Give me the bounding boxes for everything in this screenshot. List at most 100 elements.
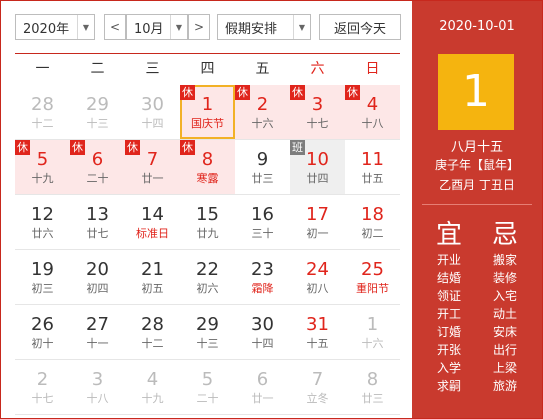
day-number: 29 bbox=[196, 314, 219, 335]
day-cell[interactable]: 21 初五 bbox=[125, 250, 180, 304]
day-cell[interactable]: 休 3 十七 bbox=[290, 85, 345, 139]
day-cell[interactable]: 休 2 十六 bbox=[235, 85, 290, 139]
day-cell[interactable]: 休 4 十八 bbox=[345, 85, 400, 139]
detail-divider bbox=[422, 204, 532, 205]
holiday-badge: 休 bbox=[180, 85, 195, 100]
day-cell[interactable]: 27 十一 bbox=[70, 305, 125, 359]
day-number: 14 bbox=[141, 204, 164, 225]
weekday-label: 六 bbox=[310, 61, 325, 77]
week-row: 休 5 十九休 6 二十休 7 廿一休 8 寒露 9 廿三 班 10 廿四 11 廿五 bbox=[15, 140, 400, 195]
lunar-label: 十四 bbox=[141, 117, 164, 130]
day-cell[interactable]: 1 十六 bbox=[345, 305, 400, 359]
day-cell[interactable]: 休 1 国庆节 bbox=[180, 85, 235, 139]
lunar-label: 重阳节 bbox=[356, 282, 389, 295]
yi-item: 开张 bbox=[436, 343, 461, 357]
day-number: 26 bbox=[31, 314, 54, 335]
calendar-widget: 2020年 ▼ < 10月 ▼ > 假期安排 ▼ 返回今天 一二三四五六日 28… bbox=[0, 0, 543, 419]
lunar-label: 标准日 bbox=[136, 227, 169, 240]
day-cell[interactable]: 8 廿三 bbox=[345, 360, 400, 414]
chevron-down-icon: ▼ bbox=[170, 15, 187, 39]
lunar-label: 廿三 bbox=[361, 392, 384, 405]
holiday-select-value: 假期安排 bbox=[225, 21, 278, 37]
lunar-label: 二十 bbox=[196, 392, 219, 405]
yi-item: 结婚 bbox=[436, 271, 461, 285]
day-cell[interactable]: 28 十二 bbox=[15, 85, 70, 139]
lunar-label: 国庆节 bbox=[191, 117, 224, 130]
day-cell[interactable]: 17 初一 bbox=[290, 195, 345, 249]
weekday-label: 三 bbox=[145, 61, 160, 77]
day-cell[interactable]: 班 10 廿四 bbox=[290, 140, 345, 194]
week-row: 26 初十 27 十一 28 十二 29 十三 30 十四 31 十五 1 十六 bbox=[15, 305, 400, 360]
day-cell[interactable]: 4 十九 bbox=[125, 360, 180, 414]
lunar-label: 廿五 bbox=[361, 172, 384, 185]
ji-item: 装修 bbox=[492, 271, 517, 285]
lunar-label: 初五 bbox=[141, 282, 164, 295]
day-cell[interactable]: 休 8 寒露 bbox=[180, 140, 235, 194]
lunar-label: 十四 bbox=[251, 337, 274, 350]
day-cell[interactable]: 2 十七 bbox=[15, 360, 70, 414]
day-number: 28 bbox=[31, 94, 54, 115]
day-number: 27 bbox=[86, 314, 109, 335]
next-month-button[interactable]: > bbox=[188, 14, 210, 40]
day-cell[interactable]: 休 6 二十 bbox=[70, 140, 125, 194]
day-number: 22 bbox=[196, 259, 219, 280]
ji-item: 动土 bbox=[492, 307, 517, 321]
day-cell[interactable]: 9 廿三 bbox=[235, 140, 290, 194]
day-number: 9 bbox=[256, 149, 269, 170]
day-number: 30 bbox=[251, 314, 274, 335]
workday-badge: 班 bbox=[290, 140, 305, 155]
lunar-label: 十一 bbox=[86, 337, 109, 350]
lunar-label: 立冬 bbox=[306, 392, 329, 405]
lunar-label: 初八 bbox=[306, 282, 329, 295]
year-select[interactable]: 2020年 ▼ bbox=[15, 14, 95, 40]
day-cell[interactable]: 15 廿九 bbox=[180, 195, 235, 249]
lunar-label: 十二 bbox=[141, 337, 164, 350]
week-row: 19 初三 20 初四 21 初五 22 初六 23 霜降 24 初八 25 重阳节 bbox=[15, 250, 400, 305]
lunar-label: 十二 bbox=[31, 117, 54, 130]
day-cell[interactable]: 30 十四 bbox=[125, 85, 180, 139]
day-cell[interactable]: 7 立冬 bbox=[290, 360, 345, 414]
ganzhi-year: 庚子年【鼠年】 bbox=[434, 158, 519, 172]
holiday-badge: 休 bbox=[235, 85, 250, 100]
day-cell[interactable]: 18 初二 bbox=[345, 195, 400, 249]
day-cell[interactable]: 29 十三 bbox=[70, 85, 125, 139]
day-number: 23 bbox=[251, 259, 274, 280]
lunar-label: 二十 bbox=[86, 172, 109, 185]
day-cell[interactable]: 6 廿一 bbox=[235, 360, 290, 414]
selected-day-number: 1 bbox=[438, 54, 514, 130]
yi-item: 入学 bbox=[436, 361, 461, 375]
day-cell[interactable]: 26 初十 bbox=[15, 305, 70, 359]
day-cell[interactable]: 31 十五 bbox=[290, 305, 345, 359]
back-to-today-button[interactable]: 返回今天 bbox=[319, 14, 401, 40]
day-cell[interactable]: 30 十四 bbox=[235, 305, 290, 359]
day-cell[interactable]: 22 初六 bbox=[180, 250, 235, 304]
day-number: 11 bbox=[361, 149, 384, 170]
day-cell[interactable]: 29 十三 bbox=[180, 305, 235, 359]
day-cell[interactable]: 13 廿七 bbox=[70, 195, 125, 249]
day-cell[interactable]: 25 重阳节 bbox=[345, 250, 400, 304]
day-cell[interactable]: 12 廿六 bbox=[15, 195, 70, 249]
day-cell[interactable]: 11 廿五 bbox=[345, 140, 400, 194]
day-cell[interactable]: 23 霜降 bbox=[235, 250, 290, 304]
day-cell[interactable]: 16 三十 bbox=[235, 195, 290, 249]
day-cell[interactable]: 20 初四 bbox=[70, 250, 125, 304]
yi-title: 宜 bbox=[435, 220, 462, 250]
lunar-label: 初四 bbox=[86, 282, 109, 295]
day-cell[interactable]: 24 初八 bbox=[290, 250, 345, 304]
ji-list: 搬家 装修 入宅 动土 安床 出行 上梁 旅游 bbox=[480, 251, 530, 395]
day-cell[interactable]: 5 二十 bbox=[180, 360, 235, 414]
day-number: 3 bbox=[91, 369, 104, 390]
day-cell[interactable]: 19 初三 bbox=[15, 250, 70, 304]
holiday-select[interactable]: 假期安排 ▼ bbox=[217, 14, 311, 40]
day-cell[interactable]: 休 7 廿一 bbox=[125, 140, 180, 194]
ji-item: 上梁 bbox=[492, 361, 517, 375]
day-cell[interactable]: 14 标准日 bbox=[125, 195, 180, 249]
day-cell[interactable]: 3 十八 bbox=[70, 360, 125, 414]
prev-month-button[interactable]: < bbox=[104, 14, 126, 40]
weekday-label: 五 bbox=[255, 61, 270, 77]
month-select[interactable]: 10月 ▼ bbox=[126, 14, 188, 40]
chevron-down-icon: ▼ bbox=[77, 15, 94, 39]
lunar-label: 初二 bbox=[361, 227, 384, 240]
day-cell[interactable]: 休 5 十九 bbox=[15, 140, 70, 194]
day-cell[interactable]: 28 十二 bbox=[125, 305, 180, 359]
